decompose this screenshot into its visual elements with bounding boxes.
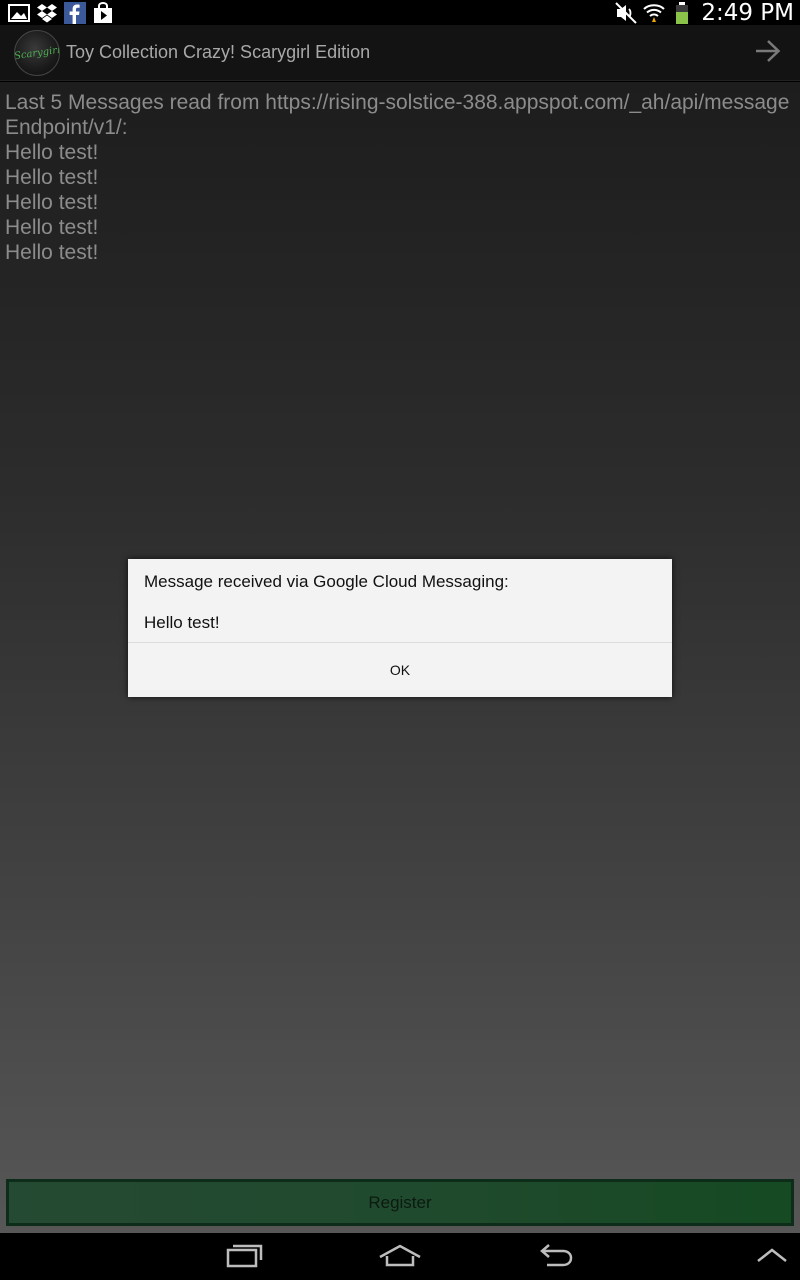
ok-button[interactable]: OK — [128, 643, 672, 697]
message-item: Hello test! — [5, 141, 99, 164]
messages-header: Last 5 Messages read from https://rising… — [5, 91, 790, 139]
wifi-icon — [643, 2, 666, 24]
action-bar: Scarygirl Toy Collection Crazy! Scarygir… — [0, 25, 800, 81]
menu-up-icon — [755, 1245, 789, 1270]
play-store-icon — [92, 2, 114, 24]
home-icon — [377, 1243, 423, 1272]
gcm-message-dialog: Message received via Google Cloud Messag… — [128, 559, 672, 697]
battery-icon — [671, 1, 693, 24]
message-item: Hello test! — [5, 241, 99, 264]
navigation-bar — [0, 1233, 800, 1280]
back-icon — [535, 1242, 575, 1273]
forward-button[interactable] — [752, 38, 784, 68]
system-indicators: 2:49 PM — [615, 0, 794, 26]
back-button[interactable] — [531, 1241, 579, 1273]
messages-list: Last 5 Messages read from https://rising… — [5, 90, 790, 265]
recent-apps-button[interactable] — [221, 1241, 269, 1273]
arrow-right-icon — [754, 39, 782, 68]
app-logo[interactable]: Scarygirl — [14, 30, 60, 76]
recent-apps-icon — [225, 1242, 265, 1273]
message-item: Hello test! — [5, 216, 99, 239]
clock: 2:49 PM — [701, 0, 794, 26]
message-item: Hello test! — [5, 191, 99, 214]
home-button[interactable] — [376, 1241, 424, 1273]
gallery-icon — [8, 2, 30, 24]
menu-up-button[interactable] — [748, 1241, 796, 1273]
dialog-body: Hello test! — [144, 613, 220, 632]
status-bar: 2:49 PM — [0, 0, 800, 26]
app-title: Toy Collection Crazy! Scarygirl Edition — [66, 42, 371, 62]
facebook-icon — [64, 2, 86, 24]
mute-icon — [615, 1, 638, 24]
notification-icons — [8, 1, 114, 25]
dropbox-icon — [36, 2, 58, 24]
app-logo-text: Scarygirl — [14, 44, 60, 62]
message-item: Hello test! — [5, 166, 99, 189]
dialog-message: Message received via Google Cloud Messag… — [144, 572, 509, 591]
register-button[interactable]: Register — [6, 1179, 794, 1226]
